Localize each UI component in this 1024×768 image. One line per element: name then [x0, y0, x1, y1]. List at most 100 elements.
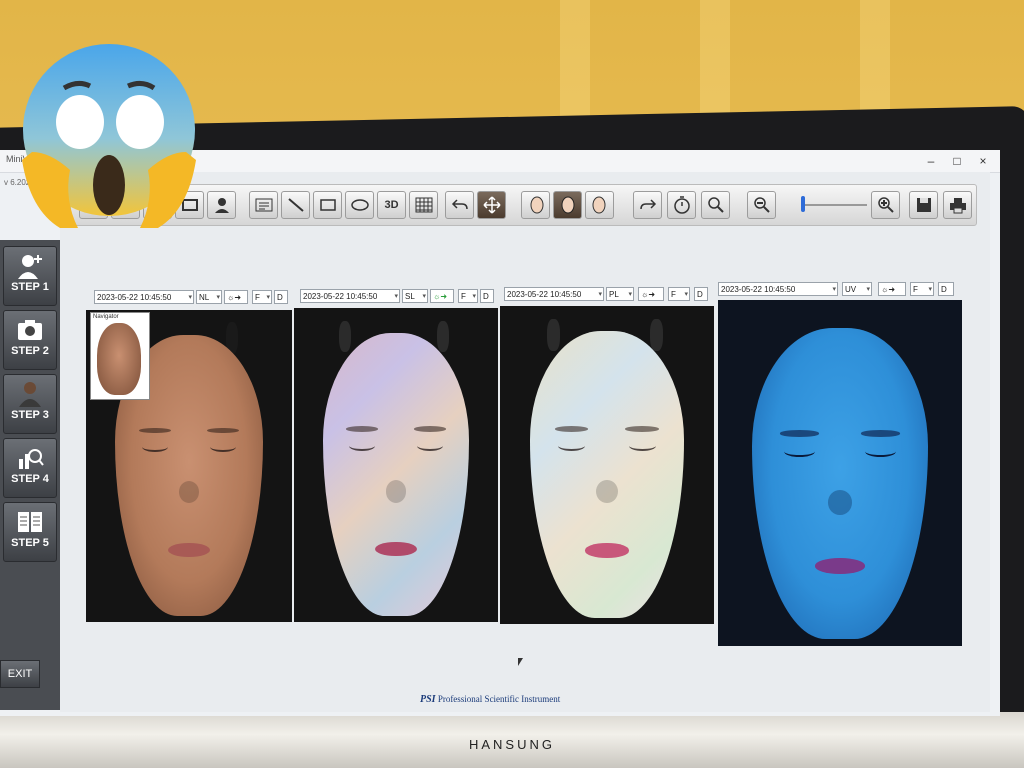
panel-1-view[interactable]: F ▾	[252, 290, 272, 304]
left-eye	[141, 442, 169, 453]
left-brow	[138, 427, 172, 434]
photo-panel-pl[interactable]	[500, 306, 714, 624]
step-1-button[interactable]: STEP 1	[3, 246, 57, 306]
rectangle-tool-button[interactable]	[313, 191, 342, 219]
photo-panel-sl[interactable]	[294, 308, 498, 622]
zoom-slider-thumb[interactable]	[801, 196, 805, 212]
panel-2-view[interactable]: F ▾	[458, 289, 478, 303]
save-button[interactable]	[909, 191, 938, 219]
three-d-button[interactable]: 3D	[377, 191, 406, 219]
undo-button[interactable]	[445, 191, 474, 219]
right-eye	[628, 440, 657, 451]
panel-1-light-toggle[interactable]: ☼➜	[224, 290, 248, 304]
panel-3-d-text: D	[697, 290, 703, 299]
id-card-button[interactable]	[249, 191, 278, 219]
chevron-down-icon: ▾	[266, 294, 270, 301]
panel-2-mode[interactable]: SL ▾	[402, 289, 428, 303]
chevron-down-icon: ▾	[472, 293, 476, 300]
zoom-out-button[interactable]	[747, 191, 776, 219]
panel-1-datetime[interactable]: 2023-05-22 10:45:50 ▾	[94, 290, 194, 304]
panel-4-d[interactable]: D	[938, 282, 954, 296]
panel-1-mode-text: NL	[199, 293, 210, 302]
face-search-icon	[707, 197, 724, 213]
panel-1-datetime-text: 2023-05-22 10:45:50	[97, 293, 172, 302]
grid-icon	[415, 197, 432, 213]
monitor-brand: HANSUNG	[468, 737, 555, 752]
panel-2-datetime[interactable]: 2023-05-22 10:45:50 ▾	[300, 289, 400, 303]
light-icon: ☼➜	[227, 293, 242, 302]
light-icon: ☼➜	[641, 290, 656, 299]
panel-4-view-text: F	[913, 285, 918, 294]
face-left-icon	[530, 196, 543, 214]
camera-icon	[18, 320, 42, 340]
panel-2-d[interactable]: D	[480, 289, 494, 303]
redo-button[interactable]	[633, 191, 662, 219]
step-3-button[interactable]: STEP 3	[3, 374, 57, 434]
right-brow	[413, 426, 446, 432]
face-search-button[interactable]	[701, 191, 730, 219]
panel-3-datetime-text: 2023-05-22 10:45:50	[507, 290, 582, 299]
chevron-down-icon: ▾	[628, 291, 632, 298]
grid-tool-button[interactable]	[409, 191, 438, 219]
step-sidebar: STEP 1 STEP 2 STEP 3 STEP 4 STEP 5	[0, 240, 60, 710]
panel-4-datetime[interactable]: 2023-05-22 10:45:50 ▾	[718, 282, 838, 296]
panel-4-mode[interactable]: UV ▾	[842, 282, 872, 296]
panel-4-datetime-text: 2023-05-22 10:45:50	[721, 285, 796, 294]
report-icon	[18, 512, 42, 532]
zoom-out-icon	[753, 197, 770, 213]
magnify-chart-icon	[19, 449, 44, 469]
nose	[596, 480, 618, 504]
panel-4-view[interactable]: F ▾	[910, 282, 934, 296]
panel-3-mode[interactable]: PL ▾	[606, 287, 634, 301]
step-4-button[interactable]: STEP 4	[3, 438, 57, 498]
panel-3-datetime[interactable]: 2023-05-22 10:45:50 ▾	[504, 287, 604, 301]
step-4-label: STEP 4	[11, 473, 49, 485]
panel-3-view-text: F	[671, 290, 676, 299]
right-eye	[416, 440, 443, 451]
exit-button[interactable]: EXIT	[0, 660, 40, 688]
face-left-button[interactable]	[521, 191, 550, 219]
panel-2-light-toggle[interactable]: ☼➜	[430, 289, 454, 303]
zoom-in-button[interactable]	[871, 191, 900, 219]
panel-2-d-text: D	[483, 292, 489, 301]
line-tool-button[interactable]	[281, 191, 310, 219]
profile-button[interactable]	[207, 191, 236, 219]
undo-icon	[451, 199, 468, 210]
navigator-thumbnail[interactable]: Navigator	[90, 312, 150, 400]
chevron-down-icon: ▾	[598, 291, 602, 298]
redo-icon	[639, 199, 656, 210]
timer-button[interactable]	[667, 191, 696, 219]
panel-3-d[interactable]: D	[694, 287, 708, 301]
print-button[interactable]	[943, 191, 972, 219]
move-tool-button[interactable]	[477, 191, 506, 219]
chevron-down-icon: ▾	[188, 294, 192, 301]
panel-1-d[interactable]: D	[274, 290, 288, 304]
panel-1-mode[interactable]: NL ▾	[196, 290, 222, 304]
right-brow	[206, 427, 240, 434]
panel-4-header: 2023-05-22 10:45:50 ▾ UV ▾ ☼➜ F ▾ D	[718, 282, 958, 298]
light-icon: ☼➜	[433, 292, 448, 301]
ellipse-tool-button[interactable]	[345, 191, 374, 219]
panel-3-light-toggle[interactable]: ☼➜	[638, 287, 664, 301]
panel-3-view[interactable]: F ▾	[668, 287, 690, 301]
panel-2-header: 2023-05-22 10:45:50 ▾ SL ▾ ☼➜ F ▾ D	[300, 289, 500, 305]
chevron-down-icon: ▾	[394, 293, 398, 300]
line-icon	[287, 198, 304, 212]
chevron-down-icon: ▾	[216, 294, 220, 301]
minimize-button[interactable]: –	[920, 152, 942, 170]
face-front-button[interactable]	[553, 191, 582, 219]
zoom-slider-track[interactable]	[801, 204, 867, 206]
photo-panel-uv[interactable]	[718, 300, 962, 646]
right-eye	[864, 446, 897, 458]
head-holder	[436, 320, 450, 352]
step-5-button[interactable]: STEP 5	[3, 502, 57, 562]
head-holder	[649, 318, 663, 351]
maximize-button[interactable]: □	[946, 152, 968, 170]
zoom-in-icon	[877, 197, 894, 213]
psi-logo: PSI	[420, 694, 436, 705]
step-2-button[interactable]: STEP 2	[3, 310, 57, 370]
panel-4-light-toggle[interactable]: ☼➜	[878, 282, 906, 296]
face-right-button[interactable]	[585, 191, 614, 219]
left-brow	[780, 430, 819, 437]
close-button[interactable]: ×	[972, 152, 994, 170]
